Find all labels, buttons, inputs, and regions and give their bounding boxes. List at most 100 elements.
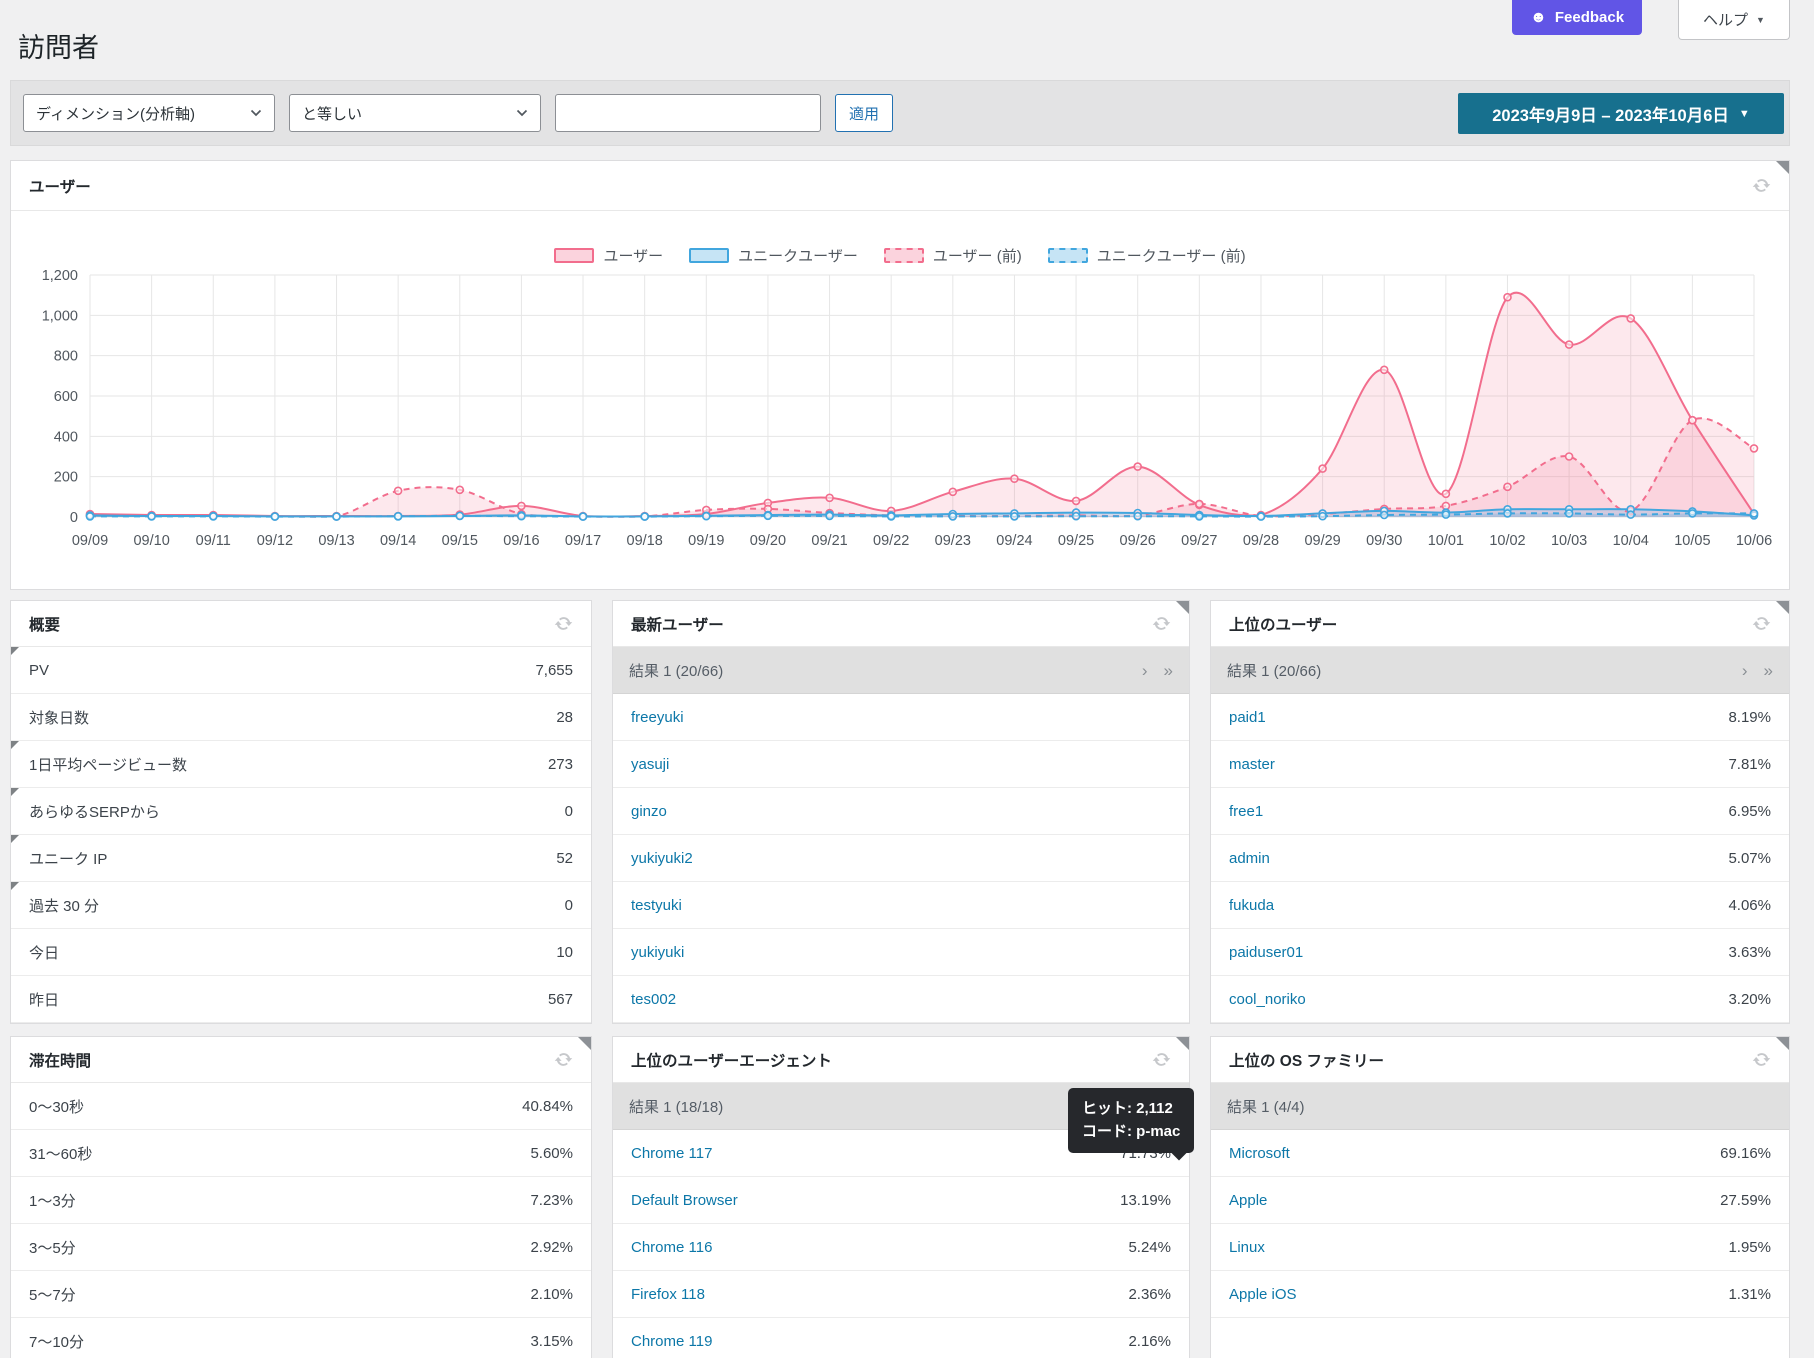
table-row: Chrome 1192.16% xyxy=(613,1318,1189,1358)
row-link[interactable]: Microsoft xyxy=(1229,1145,1290,1162)
row-link[interactable]: Apple iOS xyxy=(1229,1286,1297,1303)
table-row: ユニーク IP52 xyxy=(11,835,591,882)
users-chart: 02004006008001,0001,20009/0909/1009/1109… xyxy=(20,261,1780,553)
row-label: 昨日 xyxy=(29,989,59,1010)
row-link[interactable]: Linux xyxy=(1229,1239,1265,1256)
panel-title: 概要 xyxy=(29,613,60,635)
row-label: 3〜5分 xyxy=(29,1237,76,1258)
svg-text:09/10: 09/10 xyxy=(133,533,169,549)
panel-title: 上位のユーザー xyxy=(1229,613,1337,635)
svg-text:09/17: 09/17 xyxy=(565,533,601,549)
table-row: Linux1.95% xyxy=(1211,1224,1789,1271)
row-value: 8.19% xyxy=(1728,709,1771,726)
table-row: 0〜30秒40.84% xyxy=(11,1083,591,1130)
filter-value-input[interactable] xyxy=(555,94,821,132)
panel-title: ユーザー xyxy=(29,175,91,197)
row-label: 0〜30秒 xyxy=(29,1096,84,1117)
row-label: PV xyxy=(29,662,49,679)
svg-text:09/23: 09/23 xyxy=(935,533,971,549)
row-link[interactable]: freeyuki xyxy=(631,709,684,726)
svg-text:600: 600 xyxy=(54,389,78,405)
refresh-icon[interactable] xyxy=(1152,1050,1171,1069)
row-value: 7.23% xyxy=(530,1192,573,1209)
feedback-button-label: Feedback xyxy=(1555,9,1624,26)
svg-text:09/14: 09/14 xyxy=(380,533,416,549)
svg-text:10/02: 10/02 xyxy=(1489,533,1525,549)
table-row: 7〜10分3.15% xyxy=(11,1318,591,1358)
row-fold-marker xyxy=(11,741,19,749)
svg-text:10/04: 10/04 xyxy=(1613,533,1649,549)
refresh-icon[interactable] xyxy=(554,1050,573,1069)
refresh-icon[interactable] xyxy=(1752,614,1771,633)
last-page-icon[interactable]: » xyxy=(1764,662,1773,679)
operator-select[interactable]: と等しい xyxy=(289,94,541,132)
row-link[interactable]: Chrome 117 xyxy=(631,1145,712,1162)
row-label: 対象日数 xyxy=(29,707,89,728)
row-value: 7.81% xyxy=(1728,756,1771,773)
svg-text:10/05: 10/05 xyxy=(1674,533,1710,549)
row-link[interactable]: free1 xyxy=(1229,803,1263,820)
row-link[interactable]: Apple xyxy=(1229,1192,1267,1209)
row-link[interactable]: tes002 xyxy=(631,991,676,1008)
apply-filter-button[interactable]: 適用 xyxy=(835,94,893,132)
table-row: yukiyuki2 xyxy=(613,835,1189,882)
row-link[interactable]: admin xyxy=(1229,850,1270,867)
row-fold-marker xyxy=(11,647,19,655)
refresh-icon[interactable] xyxy=(1752,1050,1771,1069)
row-link[interactable]: Chrome 119 xyxy=(631,1333,712,1350)
next-page-icon[interactable]: › xyxy=(1742,662,1748,679)
row-link[interactable]: ginzo xyxy=(631,803,667,820)
panel-top-os-families: 上位の OS ファミリー 結果 1 (4/4) Microsoft69.16%A… xyxy=(1210,1036,1790,1358)
dimension-select[interactable]: ディメンション(分析軸) xyxy=(23,94,275,132)
row-link[interactable]: paid1 xyxy=(1229,709,1266,726)
last-page-icon[interactable]: » xyxy=(1164,662,1173,679)
svg-text:09/26: 09/26 xyxy=(1120,533,1156,549)
svg-text:10/06: 10/06 xyxy=(1736,533,1772,549)
row-fold-marker xyxy=(11,788,19,796)
next-page-icon[interactable]: › xyxy=(1142,662,1148,679)
panel-title: 上位のユーザーエージェント xyxy=(631,1049,832,1071)
table-row: あらゆるSERPから0 xyxy=(11,788,591,835)
svg-text:09/30: 09/30 xyxy=(1366,533,1402,549)
date-range-button[interactable]: 2023年9月9日 – 2023年10月6日 ▼ xyxy=(1458,93,1784,134)
row-value: 5.24% xyxy=(1128,1239,1171,1256)
table-row: yasuji xyxy=(613,741,1189,788)
smiley-icon: ☻ xyxy=(1530,10,1547,26)
chevron-down-icon: ▼ xyxy=(1756,15,1765,25)
table-row: freeyuki xyxy=(613,694,1189,741)
svg-text:09/22: 09/22 xyxy=(873,533,909,549)
row-link[interactable]: testyuki xyxy=(631,897,682,914)
row-link[interactable]: fukuda xyxy=(1229,897,1274,914)
row-value: 13.19% xyxy=(1120,1192,1171,1209)
refresh-icon[interactable] xyxy=(554,614,573,633)
refresh-icon[interactable] xyxy=(1152,614,1171,633)
row-link[interactable]: yasuji xyxy=(631,756,669,773)
row-label: 1日平均ページビュー数 xyxy=(29,754,187,775)
table-row: testyuki xyxy=(613,882,1189,929)
svg-text:09/29: 09/29 xyxy=(1304,533,1340,549)
panel-top-users: 上位のユーザー 結果 1 (20/66) › » paid18.19%maste… xyxy=(1210,600,1790,1024)
row-value: 52 xyxy=(556,850,573,867)
date-range-label: 2023年9月9日 – 2023年10月6日 xyxy=(1492,102,1729,126)
refresh-icon[interactable] xyxy=(1752,176,1771,195)
row-link[interactable]: cool_noriko xyxy=(1229,991,1306,1008)
operator-select-value: と等しい xyxy=(302,103,362,124)
row-link[interactable]: yukiyuki2 xyxy=(631,850,693,867)
row-value: 10 xyxy=(556,944,573,961)
row-value: 2.92% xyxy=(530,1239,573,1256)
feedback-button[interactable]: ☻ Feedback xyxy=(1512,0,1642,35)
row-link[interactable]: Default Browser xyxy=(631,1192,738,1209)
row-value: 3.20% xyxy=(1728,991,1771,1008)
pagination-bar: 結果 1 (20/66) › » xyxy=(613,647,1189,694)
row-link[interactable]: Chrome 116 xyxy=(631,1239,712,1256)
row-value: 28 xyxy=(556,709,573,726)
row-link[interactable]: paiduser01 xyxy=(1229,944,1303,961)
svg-text:09/20: 09/20 xyxy=(750,533,786,549)
row-link[interactable]: yukiyuki xyxy=(631,944,684,961)
table-row: Microsoft69.16% xyxy=(1211,1130,1789,1177)
row-value: 567 xyxy=(548,991,573,1008)
row-value: 0 xyxy=(565,803,573,820)
row-link[interactable]: master xyxy=(1229,756,1275,773)
row-link[interactable]: Firefox 118 xyxy=(631,1286,705,1303)
help-button[interactable]: ヘルプ ▼ xyxy=(1678,0,1790,40)
